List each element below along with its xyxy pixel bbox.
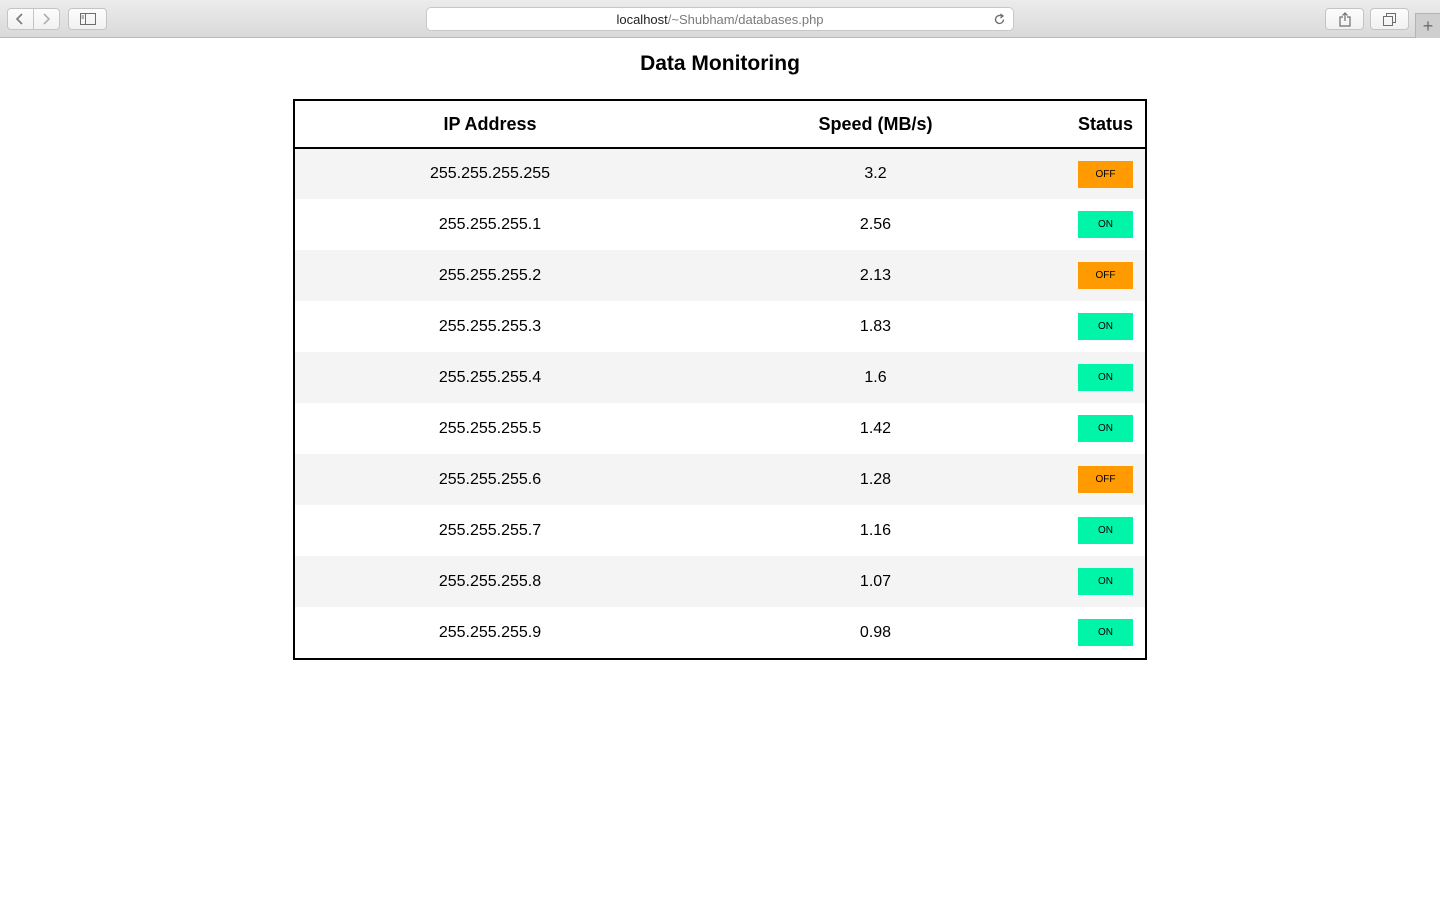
cell-speed: 1.83 [859,317,892,335]
table-row: 255.255.255.1 2.56 ON [295,199,1145,250]
reload-icon[interactable] [991,11,1007,27]
table-row: 255.255.255.3 1.83 ON [295,301,1145,352]
cell-status: OFF [1066,250,1145,301]
table-row: 255.255.255.2 2.13 OFF [295,250,1145,301]
cell-status: ON [1066,403,1145,454]
cell-ip-address: 255.255.255.9 [438,623,542,641]
share-button[interactable] [1325,8,1364,30]
table-body: 255.255.255.255 3.2 OFF 255.255.255.1 2.56 ON… [295,148,1145,658]
status-badge: ON [1078,619,1133,646]
header-status: Status [1077,113,1133,134]
sidebar-button[interactable] [68,8,107,30]
cell-speed: 0.98 [859,623,892,641]
cell-ip-address: 255.255.255.4 [438,368,542,386]
cell-ip-address: 255.255.255.255 [429,165,551,182]
table-row: 255.255.255.5 1.42 ON [295,403,1145,454]
header-ip-address: IP Address [443,113,537,134]
status-badge: OFF [1078,262,1133,289]
tabs-icon [1383,12,1396,26]
status-badge: ON [1078,211,1133,238]
forward-button[interactable] [34,9,59,29]
cell-speed: 2.56 [859,215,892,233]
cell-speed: 1.16 [859,521,892,539]
status-badge: ON [1078,313,1133,340]
table-row: 255.255.255.9 0.98 ON [295,607,1145,658]
new-tab-button[interactable]: + [1415,13,1440,38]
table-row: 255.255.255.6 1.28 OFF [295,454,1145,505]
monitoring-table: IP Address Speed (MB/s) Status 255.255.2… [293,99,1147,660]
cell-speed: 1.07 [859,572,892,590]
cell-ip-address: 255.255.255.6 [438,470,542,488]
cell-status: ON [1066,607,1145,658]
cell-status: ON [1066,556,1145,607]
cell-ip-address: 255.255.255.3 [438,317,542,335]
forward-icon [43,13,51,25]
url-path: /~Shubham/databases.php [667,11,824,27]
status-badge: OFF [1078,466,1133,493]
cell-speed: 3.2 [864,165,887,182]
cell-ip-address: 255.255.255.8 [438,572,542,590]
address-bar[interactable]: localhost/~Shubham/databases.php [426,7,1014,31]
cell-ip-address: 255.255.255.7 [438,521,542,539]
table-row: 255.255.255.255 3.2 OFF [295,148,1145,199]
back-icon [16,13,23,25]
status-badge: ON [1078,517,1133,544]
cell-ip-address: 255.255.255.5 [438,419,542,437]
show-tabs-button[interactable] [1370,8,1409,30]
cell-ip-address: 255.255.255.2 [438,266,542,284]
cell-status: ON [1066,301,1145,352]
status-badge: ON [1078,364,1133,391]
cell-status: OFF [1066,148,1145,199]
plus-icon: + [1422,16,1434,36]
nav-buttons [7,8,60,30]
table-header-row: IP Address Speed (MB/s) Status [295,101,1145,148]
cell-speed: 2.13 [859,266,892,284]
cell-status: ON [1066,199,1145,250]
status-badge: ON [1078,415,1133,442]
back-button[interactable] [8,9,34,29]
cell-ip-address: 255.255.255.1 [438,215,542,233]
cell-speed: 1.42 [859,419,892,437]
cell-status: OFF [1066,454,1145,505]
header-speed: Speed (MB/s) [818,113,933,134]
status-badge: OFF [1078,160,1133,188]
table-row: 255.255.255.4 1.6 ON [295,352,1145,403]
share-icon [1338,11,1351,27]
cell-speed: 1.28 [859,470,892,488]
browser-toolbar: localhost/~Shubham/databases.php + [0,0,1440,38]
sidebar-icon [79,13,96,25]
page-title: Data Monitoring [640,52,800,75]
table-row: 255.255.255.8 1.07 ON [295,556,1145,607]
url-host: localhost [616,11,668,27]
table-row: 255.255.255.7 1.16 ON [295,505,1145,556]
cell-status: ON [1066,505,1145,556]
cell-status: ON [1066,352,1145,403]
status-badge: ON [1078,568,1133,595]
cell-speed: 1.6 [864,368,887,386]
